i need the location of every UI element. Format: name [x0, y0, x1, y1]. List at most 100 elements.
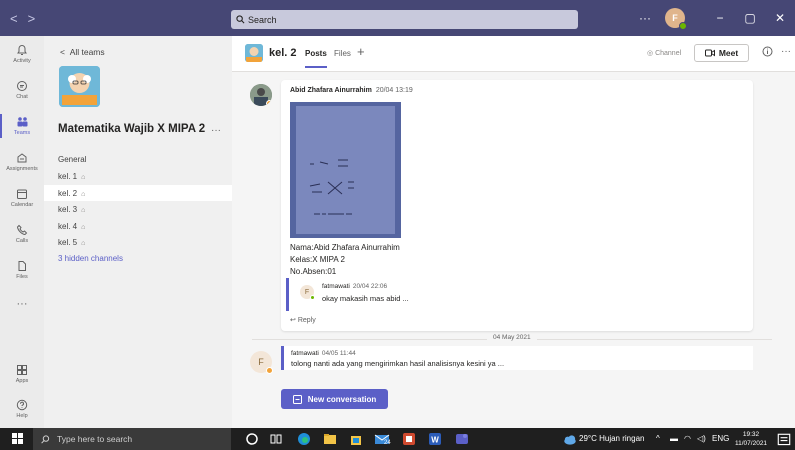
lock-icon: ⌂ [81, 174, 86, 181]
post-line: No.Absen:01 [290, 267, 337, 276]
reply-author-name: fatmawati [322, 283, 350, 290]
app-files-label: Files [16, 274, 28, 280]
channel-info-button[interactable]: ◎ Channel [647, 49, 681, 57]
minimize-button[interactable]: − [705, 0, 735, 36]
app-chat[interactable]: Chat [0, 72, 44, 108]
channel-general[interactable]: General [58, 155, 86, 164]
away-status-icon [266, 100, 272, 106]
reply-thread: F fatmawati 20/04 22:06 okay makasih mas … [286, 278, 748, 311]
taskbar-search-placeholder: Type here to search [57, 434, 133, 444]
team-more-icon[interactable]: ··· [211, 125, 221, 136]
weather-cloud-icon[interactable] [562, 432, 578, 448]
reply-arrow-icon: ↩ [290, 317, 298, 324]
mail-badge: 24 [384, 440, 391, 446]
search-icon [41, 434, 50, 443]
app-calls[interactable]: Calls [0, 216, 44, 252]
wifi-icon[interactable]: ◠ [684, 434, 691, 443]
channel-team-icon [245, 44, 263, 62]
post-author-avatar[interactable] [250, 84, 272, 106]
app-more[interactable]: ··· [0, 286, 44, 322]
compose-icon [292, 394, 302, 404]
app-activity[interactable]: Activity [0, 36, 44, 72]
cortana-icon[interactable] [244, 431, 260, 447]
meet-button[interactable]: Meet [694, 44, 749, 62]
clock-date: 11/07/2021 [735, 440, 768, 447]
channel-label: kel. 2 [58, 189, 78, 198]
reply-timestamp: 20/04 22:06 [352, 283, 388, 290]
clock-time: 19:32 [742, 431, 760, 438]
channel-label: kel. 3 [58, 205, 78, 214]
store-icon[interactable] [348, 431, 364, 447]
apps-icon [17, 365, 27, 375]
forward-arrow-icon[interactable]: > [28, 11, 36, 26]
channel-label: kel. 5 [58, 238, 78, 247]
hidden-channels-link[interactable]: 3 hidden channels [58, 254, 123, 263]
notifications-icon[interactable] [776, 432, 792, 448]
app-assignments[interactable]: Assignments [0, 144, 44, 180]
post2-author-avatar[interactable]: F [250, 351, 273, 374]
available-status-icon [310, 295, 315, 300]
word-icon[interactable]: W [427, 431, 443, 447]
reply-header: fatmawati 20/04 22:06 [322, 283, 387, 290]
app-apps[interactable]: Apps [0, 356, 44, 392]
user-initial: F [672, 13, 678, 23]
add-tab-button[interactable]: + [357, 44, 365, 59]
app-files[interactable]: Files [0, 252, 44, 288]
video-camera-icon [704, 49, 715, 57]
eye-icon: ◎ [647, 50, 656, 57]
windows-start-icon[interactable] [12, 433, 23, 444]
battery-icon[interactable]: ▬ [670, 434, 678, 443]
post-header: Abid Zhafara Ainurrahim 20/04 13:19 [290, 87, 413, 94]
channel-kel-3[interactable]: kel. 3 ⌂ [58, 205, 85, 214]
channel-kel-5[interactable]: kel. 5 ⌂ [58, 238, 85, 247]
channel-label: kel. 1 [58, 172, 78, 181]
close-button[interactable]: ✕ [765, 0, 795, 36]
reply-initial: F [304, 288, 310, 296]
reply-button[interactable]: ↩ Reply [290, 316, 316, 324]
new-conversation-button[interactable]: New conversation [281, 389, 388, 409]
tray-chevron-icon[interactable]: ^ [656, 434, 660, 443]
channel-kel-1[interactable]: kel. 1 ⌂ [58, 172, 85, 181]
reply-author-avatar[interactable]: F [300, 285, 315, 300]
taskbar-clock[interactable]: 19:32 11/07/2021 [735, 430, 767, 448]
app-teams-label: Teams [13, 130, 31, 136]
team-name: Matematika Wajib X MIPA 2 [58, 123, 206, 135]
app-help[interactable]: Help [0, 391, 44, 427]
task-view-icon[interactable] [268, 431, 284, 447]
file-explorer-icon[interactable] [322, 431, 338, 447]
teams-taskbar-icon[interactable] [454, 431, 470, 447]
channel-btn-label: Channel [655, 50, 682, 57]
language-indicator[interactable]: ENG [712, 434, 729, 443]
user-avatar[interactable]: F [665, 8, 687, 30]
more-options-icon[interactable]: ··· [639, 11, 651, 25]
tab-posts[interactable]: Posts [305, 49, 327, 58]
post-timestamp: 20/04 13:19 [375, 87, 413, 94]
help-icon [16, 399, 28, 411]
mail-app-icon[interactable]: 24 [374, 431, 396, 447]
channel-kel-4[interactable]: kel. 4 ⌂ [58, 222, 85, 231]
all-teams-label: All teams [69, 47, 105, 57]
all-teams-link[interactable]: < All teams [60, 47, 105, 57]
app-calendar[interactable]: Calendar [0, 180, 44, 216]
maximize-button[interactable]: ▢ [735, 0, 765, 36]
powerpoint-icon[interactable] [401, 431, 417, 447]
back-arrow-icon[interactable]: < [10, 11, 18, 26]
tab-files[interactable]: Files [334, 49, 351, 58]
lock-icon: ⌂ [81, 191, 86, 198]
app-chat-label: Chat [16, 94, 28, 100]
weather-text[interactable]: 29°C Hujan ringan [579, 434, 644, 443]
post-card: Abid Zhafara Ainurrahim 20/04 13:19 Nama:… [281, 80, 753, 331]
app-teams[interactable]: Teams [0, 108, 44, 144]
volume-icon[interactable]: ◁) [697, 434, 706, 443]
search-input[interactable]: Search [231, 10, 578, 29]
channel-kel-2[interactable]: kel. 2 ⌂ [58, 189, 85, 198]
taskbar-search-input[interactable]: Type here to search [33, 428, 231, 450]
chat-icon [17, 81, 27, 91]
header-more-icon[interactable]: ··· [781, 46, 791, 57]
lock-icon: ⌂ [81, 207, 86, 214]
search-placeholder: Search [248, 14, 277, 25]
edge-browser-icon[interactable] [296, 431, 312, 447]
attached-photo[interactable] [290, 102, 401, 238]
post-card: fatmawati 04/05 11:44 tolong nanti ada ya… [281, 346, 753, 370]
info-icon[interactable] [762, 46, 773, 57]
